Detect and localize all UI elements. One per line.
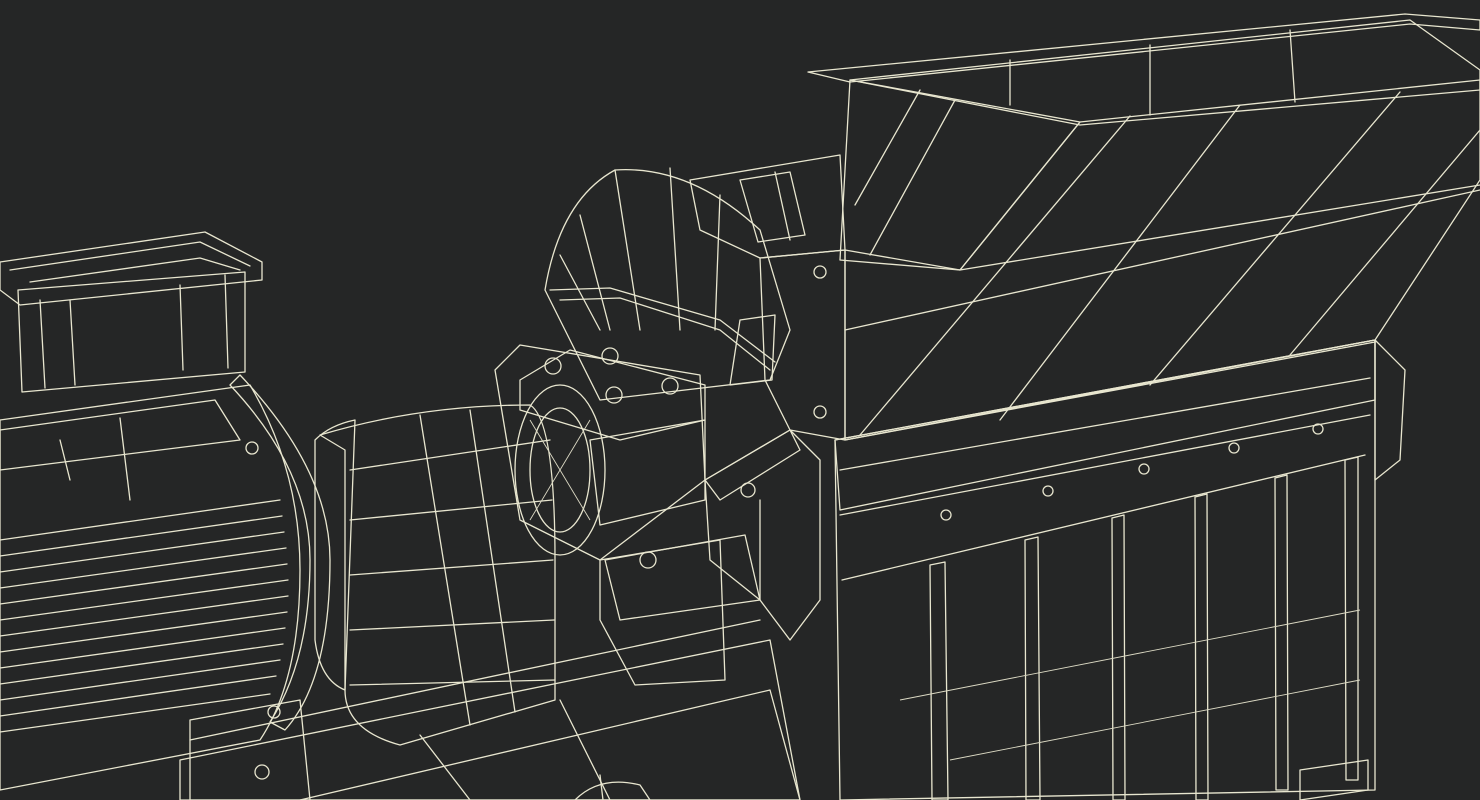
band-bolt [1042,485,1054,497]
band-bolt [1312,423,1324,435]
terminal-box-lid [0,231,263,306]
bracket-bolt [740,482,756,498]
band-bolt [940,509,952,521]
bearing-housing [494,344,761,686]
housing-top [689,154,846,441]
wireframe-render [0,13,1480,800]
render-viewport [0,0,1480,800]
crusher-body [834,339,1406,800]
feed-hopper [807,13,1480,441]
foot-bolt [254,764,270,780]
cap-bolt [605,386,623,404]
band-bolt [1228,442,1240,454]
housing-bolt [813,265,827,279]
cap-bolt [601,347,619,365]
terminal-box [17,271,246,393]
motor-housing [0,384,301,791]
base-frame [179,619,801,800]
pedestal-bolt [639,551,657,569]
coupling-guard [314,404,556,746]
housing-bolt [813,405,827,419]
electric-motor [0,231,331,800]
band-bolt [1138,463,1150,475]
base-detail [574,774,651,800]
flange-bolt [245,441,259,455]
end-cap [1374,339,1406,481]
rotor-side-disc [544,167,791,401]
cooling-fins [0,499,289,733]
